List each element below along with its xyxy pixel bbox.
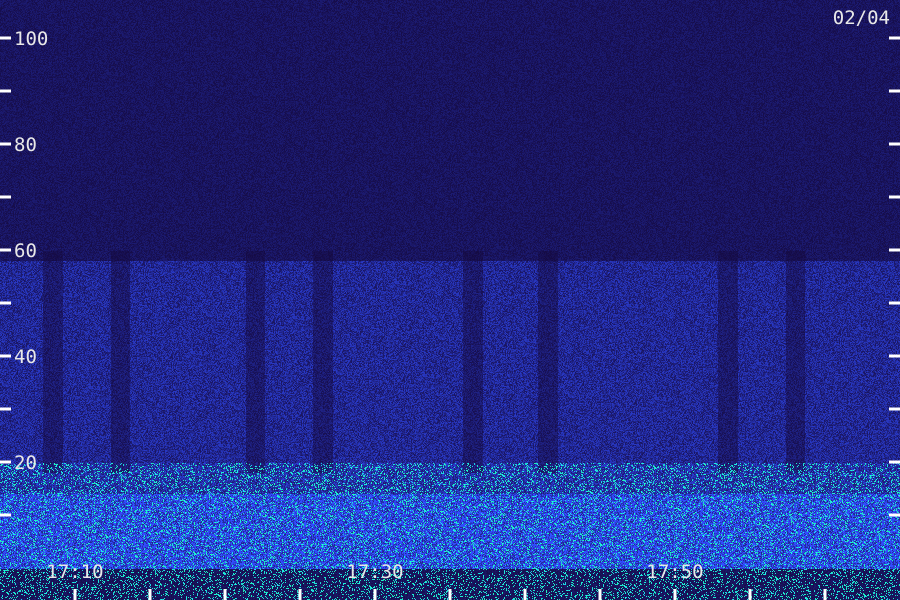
- y-tick-left: [0, 513, 11, 517]
- y-tick-left: [0, 460, 11, 464]
- y-tick-right: [889, 301, 900, 305]
- y-tick-left: [0, 36, 11, 40]
- x-tick-label: 17:50: [646, 561, 703, 583]
- y-tick-right: [889, 407, 900, 411]
- y-tick-left: [0, 89, 11, 93]
- x-tick: [823, 589, 827, 600]
- x-tick: [598, 589, 602, 600]
- spectrogram-chart: 20 40 60 80 100 17:10 17:30 17:50 02/04: [0, 0, 900, 600]
- y-tick-left: [0, 407, 11, 411]
- y-tick-right: [889, 195, 900, 199]
- y-tick-left: [0, 248, 11, 252]
- y-tick-right: [889, 36, 900, 40]
- x-tick: [223, 589, 227, 600]
- y-tick-label: 60: [14, 240, 37, 262]
- x-tick: [73, 589, 77, 600]
- x-tick: [298, 589, 302, 600]
- y-tick-right: [889, 248, 900, 252]
- x-tick: [148, 589, 152, 600]
- x-tick: [448, 589, 452, 600]
- y-tick-left: [0, 301, 11, 305]
- y-tick-label: 40: [14, 346, 37, 368]
- x-tick: [373, 589, 377, 600]
- date-label: 02/04: [833, 7, 890, 29]
- y-tick-label: 20: [14, 452, 37, 474]
- y-tick-right: [889, 89, 900, 93]
- x-tick: [523, 589, 527, 600]
- y-tick-right: [889, 354, 900, 358]
- y-tick-left: [0, 354, 11, 358]
- y-tick-right: [889, 513, 900, 517]
- y-tick-left: [0, 195, 11, 199]
- y-axis: 20 40 60 80 100: [0, 28, 900, 517]
- x-tick-label: 17:30: [346, 561, 403, 583]
- y-tick-right: [889, 460, 900, 464]
- y-tick-left: [0, 142, 11, 146]
- y-tick-label: 100: [14, 28, 48, 50]
- x-tick: [748, 589, 752, 600]
- y-tick-right: [889, 142, 900, 146]
- x-tick-label: 17:10: [46, 561, 103, 583]
- chart-axes: 20 40 60 80 100 17:10 17:30 17:50 02/04: [0, 7, 900, 600]
- y-tick-label: 80: [14, 134, 37, 156]
- x-tick: [673, 589, 677, 600]
- x-axis: 17:10 17:30 17:50: [46, 561, 827, 600]
